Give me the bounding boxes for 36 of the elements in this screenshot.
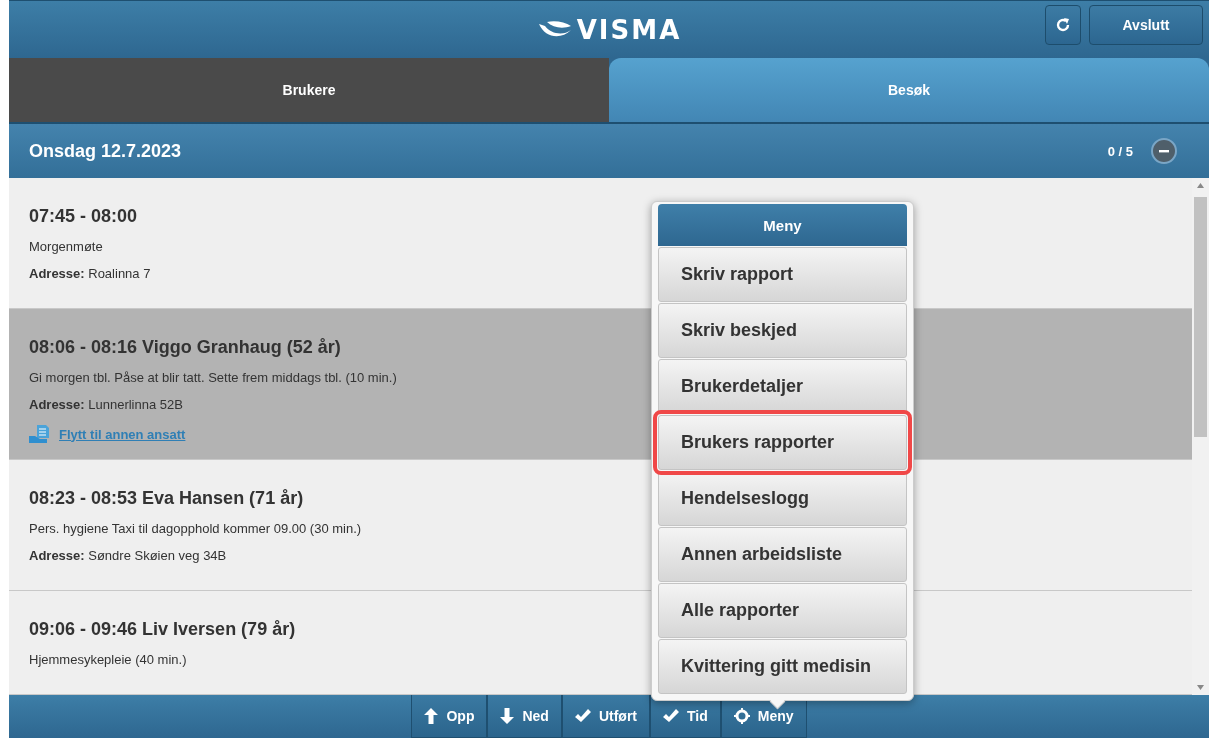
menu-item[interactable]: Kvittering gitt medisin [658, 639, 907, 694]
menu-title: Meny [658, 204, 907, 246]
visit-description: Pers. hygiene Taxi til dagopphold kommer 09.00 (30 min.) [29, 521, 362, 536]
document-hand-icon [29, 424, 51, 444]
visit-address: Adresse: Lunnerlinna 52B [29, 397, 183, 412]
visit-count: 0 / 5 [1107, 143, 1133, 159]
menu-item[interactable]: Skriv beskjed [658, 303, 907, 358]
refresh-button[interactable] [1045, 5, 1081, 45]
day-title: Onsdag 12.7.2023 [29, 140, 183, 162]
menu-item[interactable]: Skriv rapport [658, 247, 907, 302]
toolbar-button[interactable]: Ned [487, 695, 562, 738]
logo-text: VISMA [576, 14, 682, 45]
checkmark-icon [574, 709, 591, 723]
up-arrow-icon [424, 708, 439, 724]
tab[interactable]: Brukere [9, 58, 609, 122]
refresh-icon [1055, 17, 1071, 33]
visit-address: Adresse: Søndre Skøien veg 34B [29, 548, 227, 563]
toolbar-button[interactable]: Utført [561, 695, 650, 738]
menu-item[interactable]: Annen arbeidsliste [658, 527, 907, 582]
toolbar-button[interactable]: Opp [411, 695, 488, 738]
scroll-up-icon[interactable] [1197, 183, 1204, 188]
visit-description: Morgenmøte [29, 239, 103, 254]
checkmark-icon [663, 709, 679, 723]
visit-description: Gi morgen tbl. Påse at blir tatt. Sette frem middags tbl. (10 min.) [29, 370, 397, 385]
exit-button[interactable]: Avslutt [1089, 5, 1203, 45]
visit-title: 09:06 - 09:46 Liv Iversen (79 år) [29, 619, 296, 640]
collapse-button[interactable] [1151, 138, 1177, 164]
scrollbar[interactable] [1192, 178, 1209, 695]
visit-description: Hjemmesykepleie (40 min.) [29, 652, 187, 667]
down-arrow-icon [500, 708, 515, 724]
menu-item[interactable]: Alle rapporter [658, 583, 907, 638]
scroll-down-icon[interactable] [1197, 685, 1204, 690]
visit-address: Adresse: Roalinna 7 [29, 266, 151, 281]
visit-title: 07:45 - 08:00 [29, 206, 138, 227]
visit-title: 08:23 - 08:53 Eva Hansen (71 år) [29, 488, 304, 509]
visit-title: 08:06 - 08:16 Viggo Granhaug (52 år) [29, 337, 341, 358]
